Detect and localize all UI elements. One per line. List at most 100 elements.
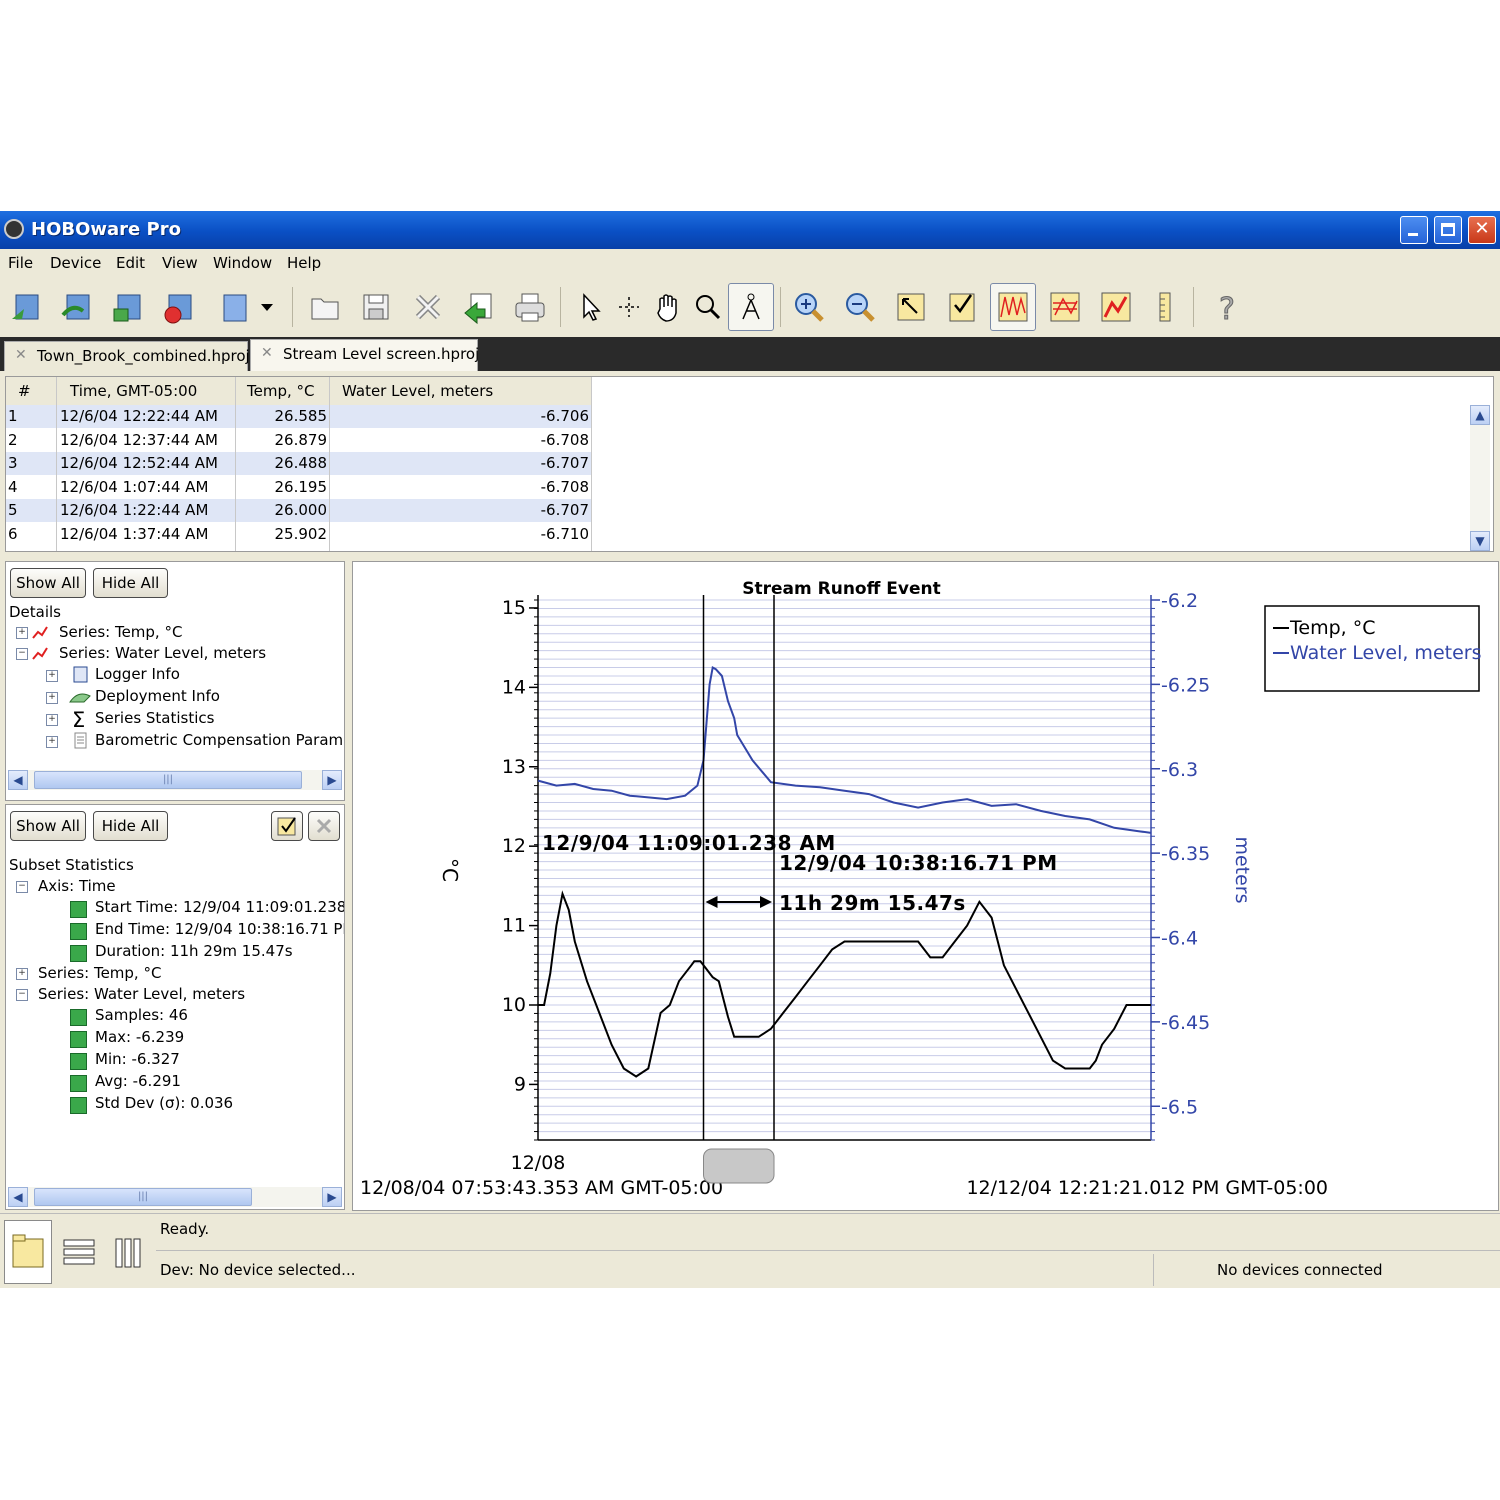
table-row[interactable]: 6 12/6/04 1:37:44 AM 25.902 -6.710 xyxy=(6,523,591,546)
expand-icon[interactable]: + xyxy=(46,736,58,748)
list-view-button[interactable] xyxy=(60,1234,98,1272)
menu-view[interactable]: View xyxy=(162,254,198,272)
magnifier-icon xyxy=(696,295,721,320)
close-tab-icon[interactable]: ✕ xyxy=(261,345,273,361)
details-hide-all-button[interactable]: Hide All xyxy=(93,568,168,598)
column-header-water-level[interactable]: Water Level, meters xyxy=(342,382,493,400)
table-row[interactable]: 1 12/6/04 12:22:44 AM 26.585 -6.706 xyxy=(6,405,591,428)
scroll-left-icon[interactable]: ◀ xyxy=(8,1187,28,1207)
zoom-out-button[interactable] xyxy=(840,287,880,327)
expand-icon[interactable]: + xyxy=(46,692,58,704)
checklist-button[interactable] xyxy=(942,287,982,327)
column-view-button[interactable] xyxy=(112,1234,150,1272)
y-right-tick-label: -6.2 xyxy=(1161,590,1198,612)
ruler-button[interactable] xyxy=(1145,287,1185,327)
table-row[interactable]: 4 12/6/04 1:07:44 AM 26.195 -6.708 xyxy=(6,476,591,499)
y-left-tick-label: 9 xyxy=(514,1073,526,1095)
new-doc-button[interactable] xyxy=(214,287,254,327)
details-show-all-button[interactable]: Show All xyxy=(10,568,86,598)
crosshair-tool[interactable] xyxy=(609,287,649,327)
subset-show-all-button[interactable]: Show All xyxy=(10,811,86,841)
open-button[interactable] xyxy=(305,287,345,327)
legend-entry: Water Level, meters xyxy=(1290,642,1481,664)
tab-town-brook[interactable]: ✕ Town_Brook_combined.hproj xyxy=(4,341,250,371)
collapse-icon[interactable]: − xyxy=(16,989,28,1001)
scroll-thumb[interactable]: ||| xyxy=(34,1188,252,1206)
expand-icon[interactable]: + xyxy=(16,627,28,639)
series-line-icon xyxy=(32,647,48,660)
ruler-icon xyxy=(1159,292,1171,322)
view-button-panel[interactable] xyxy=(4,1220,52,1284)
scroll-thumb[interactable]: ||| xyxy=(34,771,302,789)
measure-tool[interactable] xyxy=(728,283,774,331)
cell-temp: 26.195 xyxy=(274,477,328,496)
table-row[interactable]: 5 12/6/04 1:22:44 AM 26.000 -6.707 xyxy=(6,499,591,522)
subset-axis-time[interactable]: Axis: Time xyxy=(38,877,116,895)
subset-series-water[interactable]: Series: Water Level, meters xyxy=(38,985,245,1003)
subset-series-temp[interactable]: Series: Temp, °C xyxy=(38,964,161,982)
details-item-barometric[interactable]: Barometric Compensation Paramete xyxy=(95,731,344,749)
save-button[interactable] xyxy=(356,287,396,327)
zoom-in-button[interactable] xyxy=(789,287,829,327)
export-button[interactable] xyxy=(459,287,499,327)
app-window: HOBOware Pro ✕ File Device Edit View Win… xyxy=(0,211,1500,1288)
maximize-button[interactable] xyxy=(1434,216,1462,244)
scroll-up-icon[interactable]: ▲ xyxy=(1470,405,1490,425)
column-header-index[interactable]: # xyxy=(18,382,31,400)
delete-button[interactable] xyxy=(408,287,448,327)
column-header-time[interactable]: Time, GMT-05:00 xyxy=(70,382,197,400)
details-item-water-level[interactable]: Series: Water Level, meters xyxy=(59,644,266,662)
details-item-series-statistics[interactable]: Series Statistics xyxy=(95,709,214,727)
subset-hide-all-button[interactable]: Hide All xyxy=(93,811,168,841)
expand-icon[interactable]: + xyxy=(16,968,28,980)
scroll-right-icon[interactable]: ▶ xyxy=(322,770,342,790)
help-button[interactable]: ? xyxy=(1208,287,1248,327)
status-ready: Ready. xyxy=(160,1220,210,1238)
graph-alt-button[interactable] xyxy=(1045,287,1085,327)
close-window-button[interactable]: ✕ xyxy=(1468,216,1496,244)
menu-bar: File Device Edit View Window Help xyxy=(0,249,1500,279)
status-button[interactable] xyxy=(108,287,148,327)
column-header-temp[interactable]: Temp, °C xyxy=(247,382,315,400)
collapse-icon[interactable]: − xyxy=(16,648,28,660)
range-slider-handle[interactable] xyxy=(703,1148,775,1184)
table-scrollbar[interactable]: ▲ ▼ xyxy=(1470,405,1490,551)
line-chart[interactable]: 15 14 13 12 11 10 9 -6.2 -6.25 -6.3 -6.35 -6.4 -6.45… xyxy=(353,562,1498,1210)
scroll-down-icon[interactable]: ▼ xyxy=(1470,531,1490,551)
tab-stream-level[interactable]: ✕ Stream Level screen.hproj xyxy=(250,339,479,371)
magnifier-tool[interactable] xyxy=(688,287,728,327)
scroll-right-icon[interactable]: ▶ xyxy=(322,1187,342,1207)
readout-button[interactable] xyxy=(6,287,46,327)
print-button[interactable] xyxy=(510,287,550,327)
menu-device[interactable]: Device xyxy=(50,254,101,272)
hand-tool[interactable] xyxy=(648,287,688,327)
subset-hscrollbar[interactable]: ◀ ||| ▶ xyxy=(8,1187,342,1207)
zoom-fit-button[interactable] xyxy=(891,287,931,327)
menu-file[interactable]: File xyxy=(8,254,33,272)
expand-icon[interactable]: + xyxy=(46,670,58,682)
subset-min: Min: -6.327 xyxy=(95,1050,180,1068)
scroll-left-icon[interactable]: ◀ xyxy=(8,770,28,790)
pointer-tool[interactable] xyxy=(570,287,610,327)
table-row[interactable]: 3 12/6/04 12:52:44 AM 26.488 -6.707 xyxy=(6,452,591,475)
stop-button[interactable] xyxy=(159,287,199,327)
close-tab-icon[interactable]: ✕ xyxy=(15,347,27,363)
check-button[interactable] xyxy=(271,811,303,841)
details-item-logger-info[interactable]: Logger Info xyxy=(95,665,180,683)
minimize-button[interactable] xyxy=(1400,216,1428,244)
table-row[interactable]: 2 12/6/04 12:37:44 AM 26.879 -6.708 xyxy=(6,429,591,452)
menu-edit[interactable]: Edit xyxy=(116,254,145,272)
expand-icon[interactable]: + xyxy=(46,714,58,726)
menu-window[interactable]: Window xyxy=(213,254,272,272)
cell-index: 4 xyxy=(8,477,18,496)
menu-help[interactable]: Help xyxy=(287,254,321,272)
graph-button[interactable] xyxy=(990,283,1036,331)
details-item-deployment-info[interactable]: Deployment Info xyxy=(95,687,220,705)
dropdown-button[interactable] xyxy=(252,287,282,327)
details-hscrollbar[interactable]: ◀ ||| ▶ xyxy=(8,770,342,790)
collapse-icon[interactable]: − xyxy=(16,881,28,893)
details-item-temp[interactable]: Series: Temp, °C xyxy=(59,623,182,641)
clear-button[interactable] xyxy=(308,811,340,841)
launch-button[interactable] xyxy=(57,287,97,327)
graph-red-button[interactable] xyxy=(1096,287,1136,327)
